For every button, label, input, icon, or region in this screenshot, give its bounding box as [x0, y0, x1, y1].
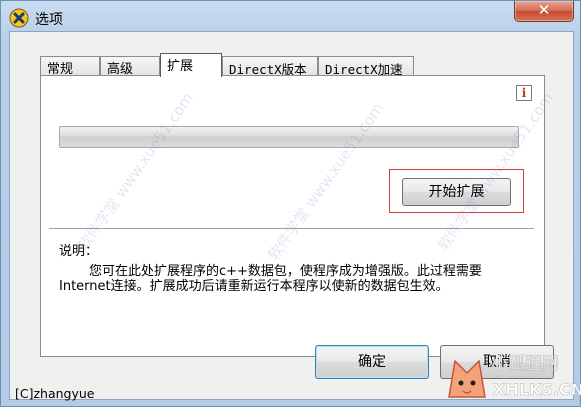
close-button[interactable]: ✕ — [514, 1, 574, 22]
options-window: 选项 ✕ 常规 高级 扩展 DirectX版本 DirectX加速 i 开始扩展… — [0, 0, 581, 407]
tab-directx-acceleration[interactable]: DirectX加速 — [318, 56, 414, 77]
start-extension-button[interactable]: 开始扩展 — [402, 178, 511, 206]
start-button-highlight: 开始扩展 — [389, 169, 524, 213]
info-icon[interactable]: i — [516, 85, 532, 101]
ok-button[interactable]: 确定 — [315, 345, 429, 379]
client-area: 常规 高级 扩展 DirectX版本 DirectX加速 i 开始扩展 说明： … — [9, 31, 574, 401]
app-icon — [9, 8, 29, 28]
tab-directx-version[interactable]: DirectX版本 — [222, 56, 318, 77]
title-bar[interactable]: 选项 ✕ — [1, 1, 580, 35]
copyright-label: [C]zhangyue — [15, 386, 95, 401]
window-title: 选项 — [35, 12, 63, 28]
tab-extension[interactable]: 扩展 — [160, 53, 222, 79]
description-label: 说明： — [59, 244, 99, 259]
cancel-button[interactable]: 取消 — [440, 345, 554, 379]
tab-general[interactable]: 常规 — [40, 56, 100, 77]
tab-advanced[interactable]: 高级 — [100, 56, 160, 77]
description-text: 您可在此处扩展程序的c++数据包，使程序成为增强版。此过程需要Internet连… — [59, 264, 482, 294]
extension-panel: i 开始扩展 说明： 您可在此处扩展程序的c++数据包，使程序成为增强版。此过程… — [40, 75, 545, 357]
close-icon: ✕ — [537, 1, 551, 19]
extension-progress-bar — [59, 126, 519, 148]
divider — [49, 228, 534, 229]
